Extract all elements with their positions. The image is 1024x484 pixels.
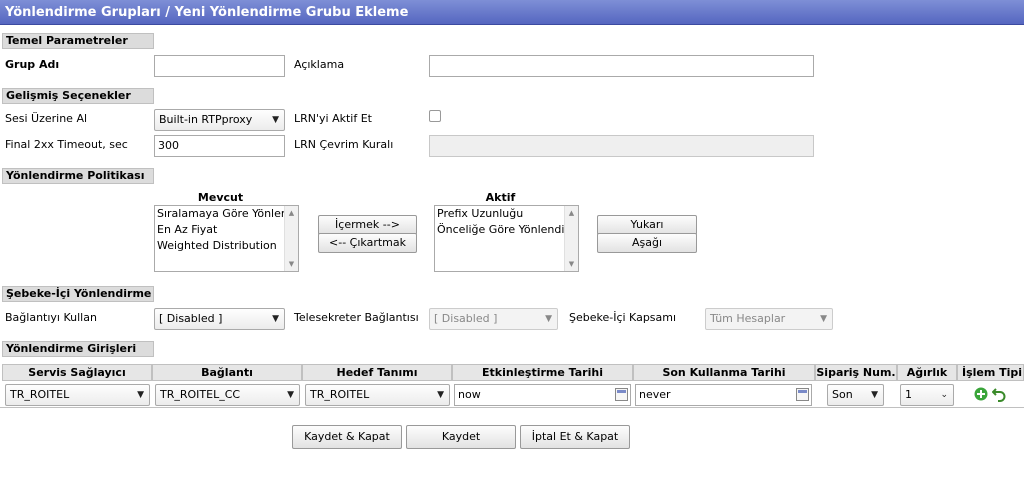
undo-icon[interactable]: [992, 386, 1008, 402]
final-timeout-input[interactable]: 300: [154, 135, 285, 157]
column-header: Ağırlık: [897, 364, 957, 381]
etkinlestirme-tarihi-input[interactable]: now: [454, 384, 631, 406]
list-item[interactable]: Önceliğe Göre Yönlendirme: [435, 222, 567, 238]
section-yonlendirme-politikasi: Yönlendirme Politikası: [2, 168, 154, 184]
son-kullanma-tarihi-value: never: [639, 388, 671, 401]
agirlik-select[interactable]: 1 ⌄: [900, 384, 954, 406]
chevron-down-icon: ▼: [287, 390, 294, 400]
section-yonlendirme-girisleri: Yönlendirme Girişleri: [2, 341, 154, 357]
chevron-down-icon: ▼: [437, 390, 444, 400]
list-item[interactable]: Weighted Distribution: [155, 238, 287, 254]
baglanti-kullan-select[interactable]: [ Disabled ] ▼: [154, 308, 285, 330]
servis-saglayici-value: TR_ROITEL: [10, 388, 70, 401]
mevcut-label: Mevcut: [197, 191, 244, 204]
lrn-cevrim-kurali-input: [429, 135, 814, 157]
scroll-up-icon[interactable]: ▲: [285, 209, 298, 217]
aciklama-label: Açıklama: [294, 58, 345, 71]
telesekreter-value: [ Disabled ]: [434, 312, 498, 325]
list-item[interactable]: Sıralamaya Göre Yönlendirme: [155, 206, 287, 222]
etkinlestirme-tarihi-value: now: [458, 388, 481, 401]
column-header: Bağlantı: [152, 364, 302, 381]
chevron-down-icon: ▼: [137, 390, 144, 400]
scrollbar[interactable]: ▲ ▼: [284, 206, 298, 271]
siparis-num-value: Son: [832, 388, 853, 401]
hedef-tanimi-select[interactable]: TR_ROITEL ▼: [305, 384, 450, 406]
aktif-label: Aktif: [485, 191, 516, 204]
telesekreter-label: Telesekreter Bağlantısı: [294, 311, 419, 324]
section-gelismis-secenekler: Gelişmiş Seçenekler: [2, 88, 154, 104]
sebeke-kapsami-value: Tüm Hesaplar: [710, 312, 786, 325]
column-header: Servis Sağlayıcı: [2, 364, 152, 381]
chevron-down-icon: ▼: [820, 314, 827, 324]
kaydet-kapat-button[interactable]: Kaydet & Kapat: [292, 425, 402, 449]
baglanti-value: TR_ROITEL_CC: [160, 388, 241, 401]
lrn-cevrim-kurali-label: LRN Çevrim Kuralı: [294, 138, 394, 151]
section-sebeke-ici-yonlendirme: Şebeke-İçi Yönlendirme: [2, 286, 154, 302]
chevron-down-icon: ▼: [272, 115, 279, 125]
baglanti-kullan-label: Bağlantıyı Kullan: [5, 311, 97, 324]
page-title: Yönlendirme Grupları / Yeni Yönlendirme …: [0, 0, 1024, 25]
calendar-icon[interactable]: [796, 388, 809, 401]
baglanti-kullan-value: [ Disabled ]: [159, 312, 223, 325]
aciklama-input[interactable]: [429, 55, 814, 77]
baglanti-select[interactable]: TR_ROITEL_CC ▼: [155, 384, 300, 406]
lrn-aktif-checkbox[interactable]: [429, 110, 441, 122]
grup-adi-label: Grup Adı: [5, 58, 60, 71]
sesi-uzerine-al-value: Built-in RTPproxy: [159, 113, 253, 126]
asagi-button[interactable]: Aşağı: [597, 233, 697, 253]
scroll-down-icon[interactable]: ▼: [565, 260, 578, 268]
sesi-uzerine-al-label: Sesi Üzerine Al: [5, 112, 88, 125]
hedef-tanimi-value: TR_ROITEL: [310, 388, 370, 401]
kaydet-button[interactable]: Kaydet: [406, 425, 516, 449]
column-header: Etkinleştirme Tarihi: [452, 364, 633, 381]
siparis-num-select[interactable]: Son ▼: [827, 384, 884, 406]
cikartmak-button[interactable]: <-- Çıkartmak: [318, 233, 417, 253]
telesekreter-select: [ Disabled ] ▼: [429, 308, 558, 330]
scroll-down-icon[interactable]: ▼: [285, 260, 298, 268]
column-header: İşlem Tipi: [957, 364, 1024, 381]
section-temel-parametreler: Temel Parametreler: [2, 33, 154, 49]
iptal-kapat-button[interactable]: İptal Et & Kapat: [520, 425, 630, 449]
chevron-down-icon: ⌄: [940, 390, 948, 400]
chevron-down-icon: ▼: [545, 314, 552, 324]
mevcut-listbox[interactable]: Sıralamaya Göre Yönlendirme En Az Fiyat …: [154, 205, 299, 272]
column-header: Hedef Tanımı: [302, 364, 452, 381]
sebeke-kapsami-select: Tüm Hesaplar ▼: [705, 308, 833, 330]
scrollbar[interactable]: ▲ ▼: [564, 206, 578, 271]
lrn-aktif-label: LRN'yi Aktif Et: [294, 112, 372, 125]
agirlik-value: 1: [905, 388, 912, 401]
icermek-button[interactable]: İçermek -->: [318, 215, 417, 235]
chevron-down-icon: ▼: [871, 390, 878, 400]
column-header: Sipariş Num.: [815, 364, 897, 381]
add-icon[interactable]: [974, 387, 988, 401]
scroll-up-icon[interactable]: ▲: [565, 209, 578, 217]
chevron-down-icon: ▼: [272, 314, 279, 324]
sesi-uzerine-al-select[interactable]: Built-in RTPproxy ▼: [154, 109, 285, 131]
grup-adi-input[interactable]: [154, 55, 285, 77]
yukari-button[interactable]: Yukarı: [597, 215, 697, 235]
calendar-icon[interactable]: [615, 388, 628, 401]
column-header: Son Kullanma Tarihi: [633, 364, 815, 381]
sebeke-kapsami-label: Şebeke-İçi Kapsamı: [569, 311, 677, 324]
final-timeout-label: Final 2xx Timeout, sec: [5, 138, 128, 151]
servis-saglayici-select[interactable]: TR_ROITEL ▼: [5, 384, 150, 406]
aktif-listbox[interactable]: Prefix Uzunluğu Önceliğe Göre Yönlendirm…: [434, 205, 579, 272]
list-item[interactable]: Prefix Uzunluğu: [435, 206, 567, 222]
son-kullanma-tarihi-input[interactable]: never: [635, 384, 812, 406]
list-item[interactable]: En Az Fiyat: [155, 222, 287, 238]
